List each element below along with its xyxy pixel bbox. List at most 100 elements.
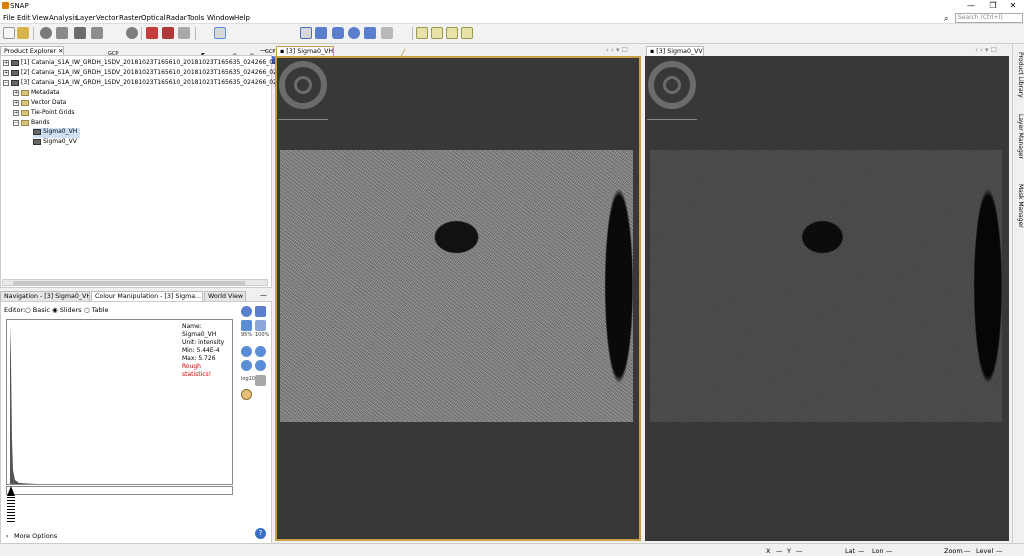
horizontal-scrollbar[interactable] xyxy=(2,279,268,286)
zoom-slider-line[interactable] xyxy=(647,119,697,120)
tab-navigation[interactable]: Navigation - [3] Sigma0_VH xyxy=(0,291,90,301)
open-icon[interactable] xyxy=(17,27,29,39)
tree-item-tie-point-grids[interactable]: + Tie-Point Grids xyxy=(13,109,75,119)
compass-center-icon[interactable] xyxy=(294,76,312,94)
tab-world-view[interactable]: World View xyxy=(204,291,246,301)
close-icon[interactable]: ✕ xyxy=(703,48,704,55)
expand-icon[interactable]: + xyxy=(13,89,19,96)
distribute-icon[interactable] xyxy=(255,375,266,386)
tab-layer-manager[interactable]: Layer Manager xyxy=(1014,114,1024,159)
rect-tool-icon[interactable] xyxy=(300,27,312,39)
menu-optical[interactable]: Optical xyxy=(141,14,166,22)
menu-raster[interactable]: Raster xyxy=(119,14,142,22)
collapse-icon[interactable]: − xyxy=(3,79,9,86)
tile-single-icon[interactable] xyxy=(461,27,473,39)
navigation-compass-icon[interactable] xyxy=(648,61,696,109)
percent-100-button[interactable]: 100% xyxy=(255,332,269,338)
collapse-icon[interactable]: − xyxy=(13,119,19,126)
tile-horizontal-icon[interactable] xyxy=(431,27,443,39)
histogram-view[interactable]: Name: Sigma0_VH Unit: intensity Min: 5.4… xyxy=(6,319,233,485)
tree-item-product-3[interactable]: − [3] Catania_S1A_IW_GRDH_1SDV_20181023T1… xyxy=(3,79,304,89)
compass-center-icon[interactable] xyxy=(663,76,681,94)
export-icon[interactable] xyxy=(241,320,252,331)
radio-basic[interactable]: ○ Basic xyxy=(25,306,50,314)
minimize-panel-icon[interactable]: — xyxy=(260,46,267,54)
menu-tools[interactable]: Tools xyxy=(187,14,204,22)
tab-image-view-vh[interactable]: ▪ [3] Sigma0_VH ✕ xyxy=(276,46,334,56)
more-options-link[interactable]: More Options xyxy=(14,532,57,540)
info-toggle-icon[interactable] xyxy=(241,389,252,400)
tile-vertical-icon[interactable] xyxy=(446,27,458,39)
pan-tool-icon[interactable] xyxy=(214,27,226,39)
sar-image-sigma0-vv[interactable] xyxy=(650,150,1002,422)
more-icon[interactable] xyxy=(255,320,266,331)
zoom-vertical-in-icon[interactable] xyxy=(241,360,252,371)
view-nav-arrows-icon[interactable]: ‹ › ▾ ☐ xyxy=(606,46,628,54)
percent-95-button[interactable]: 95% xyxy=(241,332,252,338)
tab-mask-manager[interactable]: Mask Manager xyxy=(1014,184,1024,228)
zoom-out-icon[interactable] xyxy=(255,346,266,357)
tab-image-view-vv[interactable]: ▪ [3] Sigma0_VV ✕ xyxy=(646,46,704,56)
chevron-right-icon[interactable]: › xyxy=(6,532,9,540)
log10-button[interactable]: log10 xyxy=(241,376,255,382)
minimize-panel-icon[interactable]: — xyxy=(260,291,267,299)
menu-radar[interactable]: Radar xyxy=(166,14,187,22)
ellipse-tool-icon[interactable] xyxy=(348,27,360,39)
reset-icon[interactable] xyxy=(241,306,252,317)
expand-icon[interactable]: + xyxy=(3,59,9,66)
navigation-compass-icon[interactable] xyxy=(279,61,327,109)
import-icon[interactable] xyxy=(255,306,266,317)
help-icon[interactable]: ? xyxy=(255,528,266,539)
close-icon[interactable]: ✕ xyxy=(201,293,202,300)
menu-view[interactable]: View xyxy=(32,14,49,22)
zoom-vertical-out-icon[interactable] xyxy=(255,360,266,371)
tile-evenly-icon[interactable] xyxy=(416,27,428,39)
close-icon[interactable]: ✕ xyxy=(58,48,63,55)
magic-wand-icon[interactable] xyxy=(364,27,376,39)
maximize-button[interactable]: ❐ xyxy=(982,0,1004,12)
tool-icon-3[interactable] xyxy=(74,27,86,39)
menu-file[interactable]: File xyxy=(3,14,15,22)
scrollbar-thumb[interactable] xyxy=(13,281,245,285)
polygon-tool-icon[interactable] xyxy=(332,27,344,39)
expand-icon[interactable]: + xyxy=(3,69,9,76)
zoom-slider-line[interactable] xyxy=(278,119,328,120)
menu-analysis[interactable]: Analysis xyxy=(49,14,78,22)
search-input[interactable]: Search (Ctrl+I) xyxy=(955,13,1023,23)
radio-table[interactable]: ○ Table xyxy=(84,306,109,314)
zoom-in-icon[interactable] xyxy=(241,346,252,357)
view-nav-arrows-icon-2[interactable]: ‹ › ▾ ☐ xyxy=(975,46,997,54)
tree-item-product-2[interactable]: + [2] Catania_S1A_IW_GRDH_1SDV_20181023T1… xyxy=(3,69,304,79)
tool-icon-1[interactable] xyxy=(40,27,52,39)
range-finder-icon[interactable] xyxy=(381,27,393,39)
menu-help[interactable]: Help xyxy=(234,14,250,22)
tool-icon-6[interactable] xyxy=(146,27,158,39)
tree-item-product-1[interactable]: + [1] Catania_S1A_IW_GRDH_1SDV_20181023T1… xyxy=(3,59,304,69)
tool-icon-5[interactable] xyxy=(126,27,138,39)
radio-sliders[interactable]: ◉ Sliders xyxy=(52,306,82,314)
tool-icon-2[interactable] xyxy=(56,27,68,39)
tree-item-band-vh[interactable]: Sigma0_VH xyxy=(33,128,81,138)
tool-icon-8[interactable] xyxy=(178,27,190,39)
close-button[interactable]: ✕ xyxy=(1002,0,1024,12)
menu-vector[interactable]: Vector xyxy=(96,14,118,22)
sar-image-sigma0-vh[interactable] xyxy=(280,150,633,422)
tool-icon-4[interactable] xyxy=(91,27,103,39)
polyline-tool-icon[interactable] xyxy=(315,27,327,39)
expand-icon[interactable]: + xyxy=(13,109,19,116)
new-icon[interactable] xyxy=(3,27,15,39)
tree-item-vector-data[interactable]: + Vector Data xyxy=(13,99,66,109)
tree-item-band-vv[interactable]: Sigma0_VV xyxy=(33,138,77,148)
tab-product-library[interactable]: Product Library xyxy=(1014,52,1024,98)
tree-item-metadata[interactable]: + Metadata xyxy=(13,89,59,99)
tool-icon-7[interactable] xyxy=(162,27,174,39)
minimize-button[interactable]: — xyxy=(960,0,982,12)
menu-layer[interactable]: Layer xyxy=(76,14,96,22)
menu-window[interactable]: Window xyxy=(207,14,235,22)
menu-edit[interactable]: Edit xyxy=(17,14,31,22)
expand-icon[interactable]: + xyxy=(13,99,19,106)
tab-colour-manipulation[interactable]: Colour Manipulation - [3] Sigma... ✕ xyxy=(91,291,203,301)
close-icon[interactable]: ✕ xyxy=(333,48,334,55)
colour-manipulation-label: Colour Manipulation - [3] Sigma... xyxy=(95,293,202,300)
colour-slider-track[interactable] xyxy=(6,486,233,495)
